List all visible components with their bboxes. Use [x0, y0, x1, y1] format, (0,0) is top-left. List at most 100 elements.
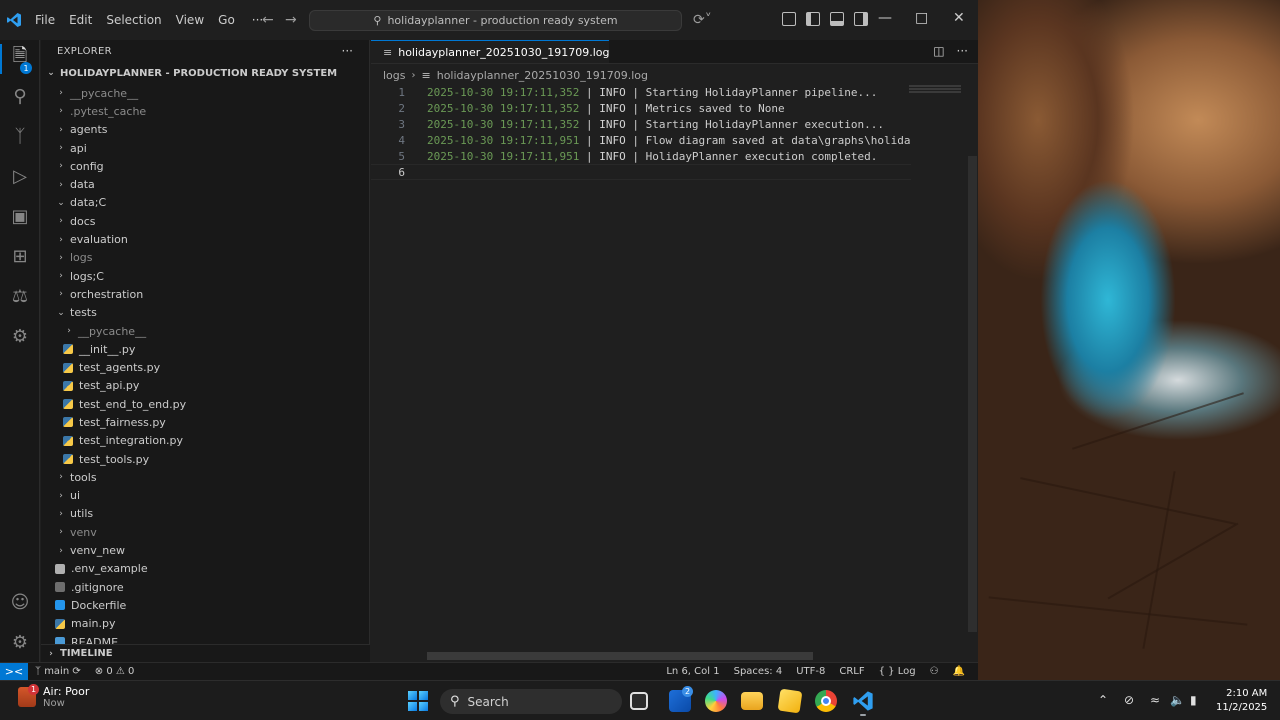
- copilot-status-icon[interactable]: ⚇: [923, 666, 946, 677]
- tree-file[interactable]: test_agents.py: [41, 358, 370, 376]
- tree-folder[interactable]: › api: [41, 139, 370, 157]
- tree-folder[interactable]: › logs;C: [41, 267, 370, 285]
- tree-folder[interactable]: › logs: [41, 249, 370, 267]
- copilot-app-icon[interactable]: [705, 690, 727, 712]
- accounts-icon[interactable]: ☺: [8, 590, 32, 614]
- toggle-secondary-sidebar-icon[interactable]: [854, 12, 868, 26]
- tab-log-file[interactable]: ≡ holidayplanner_20251030_191709.log: [371, 40, 610, 63]
- workspace-root-folder[interactable]: ⌄ HOLIDAYPLANNER - PRODUCTION READY SYST…: [41, 62, 369, 84]
- tree-folder[interactable]: › .pytest_cache: [41, 102, 370, 120]
- remote-indicator[interactable]: ><: [0, 662, 28, 681]
- back-arrow-icon[interactable]: ←: [262, 12, 274, 28]
- tree-folder[interactable]: › __pycache__: [41, 84, 370, 102]
- microsoft-store-icon[interactable]: 2: [669, 686, 693, 712]
- tree-folder[interactable]: › data: [41, 175, 370, 193]
- docker-icon[interactable]: ⚙: [8, 324, 32, 348]
- tree-folder[interactable]: › evaluation: [41, 230, 370, 248]
- menu-selection[interactable]: Selection: [99, 0, 168, 40]
- timeline-section[interactable]: › TIMELINE: [41, 644, 370, 662]
- minimap[interactable]: [909, 84, 969, 662]
- source-control-icon[interactable]: ᛉ: [8, 124, 32, 148]
- horizontal-scrollbar[interactable]: [427, 652, 813, 660]
- menu-edit[interactable]: Edit: [62, 0, 99, 40]
- toggle-primary-sidebar-icon[interactable]: [806, 12, 820, 26]
- code-line[interactable]: 3 2025-10-30 19:17:11,352 | INFO | Starti…: [371, 116, 911, 132]
- problems-indicator[interactable]: ⊗ 0 ⚠ 0: [88, 666, 142, 677]
- search-icon[interactable]: ⚲: [8, 84, 32, 108]
- tree-file[interactable]: test_integration.py: [41, 432, 370, 450]
- minimize-icon[interactable]: —: [878, 10, 892, 26]
- tree-file[interactable]: __init__.py: [41, 340, 370, 358]
- tree-folder[interactable]: › __pycache__: [41, 322, 370, 340]
- extensions-icon[interactable]: ⊞: [8, 244, 32, 268]
- vscode-taskbar-icon[interactable]: [852, 690, 874, 716]
- settings-gear-icon[interactable]: ⚙: [8, 630, 32, 654]
- end-of-line[interactable]: CRLF: [832, 666, 871, 677]
- menu-go[interactable]: Go: [211, 0, 242, 40]
- taskbar-search[interactable]: ⚲ Search: [440, 689, 622, 714]
- tree-file[interactable]: test_tools.py: [41, 450, 370, 468]
- tree-folder[interactable]: › venv: [41, 523, 370, 541]
- sticky-notes-icon[interactable]: [777, 688, 803, 714]
- tree-folder[interactable]: › orchestration: [41, 285, 370, 303]
- code-line[interactable]: 5 2025-10-30 19:17:11,951 | INFO | Holida…: [371, 148, 911, 164]
- close-icon[interactable]: ✕: [953, 10, 965, 26]
- remote-explorer-icon[interactable]: ▣: [8, 204, 32, 228]
- tree-folder[interactable]: › ui: [41, 487, 370, 505]
- tree-file[interactable]: test_api.py: [41, 377, 370, 395]
- cursor-position[interactable]: Ln 6, Col 1: [659, 666, 726, 677]
- vertical-scrollbar[interactable]: [968, 156, 977, 632]
- tree-file[interactable]: main.py: [41, 615, 370, 633]
- show-hidden-icons-chevron-up-icon[interactable]: ⌃: [1098, 693, 1108, 707]
- explorer-more-button[interactable]: ···: [342, 44, 353, 58]
- menu-view[interactable]: View: [169, 0, 211, 40]
- tree-folder[interactable]: › tools: [41, 468, 370, 486]
- chrome-icon[interactable]: [815, 690, 837, 712]
- toggle-panel-icon[interactable]: [830, 12, 844, 26]
- indentation[interactable]: Spaces: 4: [727, 666, 790, 677]
- encoding[interactable]: UTF-8: [789, 666, 832, 677]
- volume-icon[interactable]: 🔈: [1170, 693, 1185, 707]
- tree-file[interactable]: Dockerfile: [41, 596, 370, 614]
- code-line[interactable]: 1 2025-10-30 19:17:11,352 | INFO | Starti…: [371, 84, 911, 100]
- branch-indicator[interactable]: ᛉ main ⟳: [28, 666, 88, 677]
- tree-folder[interactable]: ⌄ data;C: [41, 194, 370, 212]
- code-line[interactable]: 6: [371, 164, 911, 180]
- notifications-off-icon[interactable]: ⊘: [1124, 693, 1134, 707]
- run-debug-icon[interactable]: ▷: [8, 164, 32, 188]
- notifications-bell-icon[interactable]: 🔔: [946, 666, 972, 677]
- forward-arrow-icon[interactable]: →: [285, 12, 297, 28]
- menu-file[interactable]: File: [28, 0, 62, 40]
- battery-icon[interactable]: ▮: [1190, 693, 1197, 707]
- breadcrumb-folder[interactable]: logs: [383, 69, 406, 82]
- tree-file[interactable]: .env_example: [41, 560, 370, 578]
- tree-folder[interactable]: ⌄ tests: [41, 304, 370, 322]
- start-windows-icon[interactable]: [408, 691, 428, 711]
- weather-widget[interactable]: 1 Air: Poor Now: [18, 684, 89, 709]
- tree-item-label: test_api.py: [79, 379, 140, 393]
- tree-file[interactable]: test_end_to_end.py: [41, 395, 370, 413]
- task-view-icon[interactable]: [630, 692, 648, 710]
- tree-folder[interactable]: › config: [41, 157, 370, 175]
- customize-layout-icon[interactable]: [782, 12, 796, 26]
- language-mode[interactable]: { } Log: [872, 666, 923, 677]
- system-clock[interactable]: 2:10 AM 11/2/2025: [1216, 687, 1267, 715]
- copilot-icon[interactable]: ⟳˅: [693, 12, 712, 28]
- maximize-icon[interactable]: □: [915, 10, 928, 26]
- wifi-icon[interactable]: ≈: [1150, 693, 1160, 707]
- tree-folder[interactable]: › agents: [41, 121, 370, 139]
- code-line[interactable]: 2 2025-10-30 19:17:11,352 | INFO | Metric…: [371, 100, 911, 116]
- more-actions-icon[interactable]: ···: [957, 44, 968, 58]
- file-explorer-icon[interactable]: [741, 692, 763, 710]
- breadcrumb-file[interactable]: holidayplanner_20251030_191709.log: [437, 69, 648, 82]
- tree-file[interactable]: .gitignore: [41, 578, 370, 596]
- command-center-search[interactable]: ⚲ holidayplanner - production ready syst…: [309, 10, 682, 31]
- code-line[interactable]: 4 2025-10-30 19:17:11,951 | INFO | Flow d…: [371, 132, 911, 148]
- testing-flask-icon[interactable]: ⚖: [8, 284, 32, 308]
- split-editor-icon[interactable]: ◫: [933, 44, 944, 58]
- code-editor[interactable]: 1 2025-10-30 19:17:11,352 | INFO | Starti…: [371, 84, 911, 180]
- tree-folder[interactable]: › utils: [41, 505, 370, 523]
- tree-folder[interactable]: › docs: [41, 212, 370, 230]
- tree-file[interactable]: test_fairness.py: [41, 413, 370, 431]
- tree-folder[interactable]: › venv_new: [41, 541, 370, 559]
